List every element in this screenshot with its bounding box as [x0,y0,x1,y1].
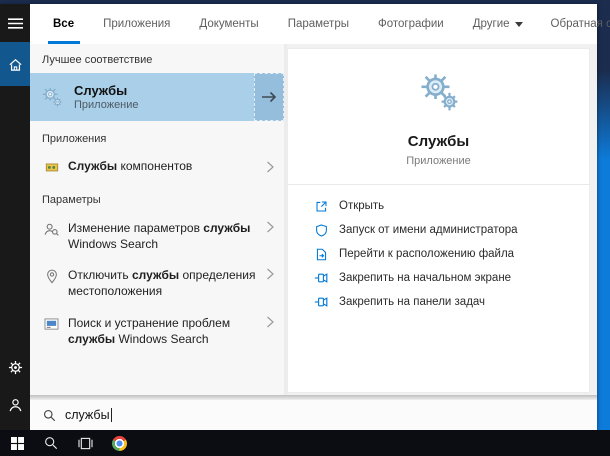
settings-button[interactable] [0,348,30,386]
tab-photos[interactable]: Фотографии [377,4,445,44]
person-icon [9,398,21,411]
tab-settings[interactable]: Параметры [287,4,350,44]
tab-all[interactable]: Все [52,4,75,44]
action-pin-to-start[interactable]: Закрепить на начальном экране [288,266,589,290]
preview-app-title: Службы [407,133,470,150]
action-label: Открыть [339,200,385,212]
tab-documents[interactable]: Документы [198,4,259,44]
search-flyout-window: Все Приложения Документы Параметры Фотог… [0,4,610,430]
account-button[interactable] [0,386,30,424]
hamburger-icon [7,17,23,29]
action-open-file-location[interactable]: Перейти к расположению файла [288,242,589,266]
chrome-taskbar-button[interactable] [102,430,136,456]
tabbar-right: Обратная связь ··· [551,4,610,44]
home-icon [8,58,22,71]
result-label: Изменение параметров службы Windows Sear… [68,220,251,251]
best-match-result[interactable]: Службы Приложение [30,73,284,121]
result-disable-location-services[interactable]: Отключить службы определения местоположе… [30,260,284,308]
result-label: Отключить службы определения местоположе… [68,268,256,299]
results-panel: Лучшее соответствие Службы Приложение Пр… [30,44,284,395]
card-divider [288,184,589,185]
action-run-as-admin[interactable]: Запуск от имени администратора [288,218,589,242]
open-icon [314,199,328,213]
apps-section-header: Приложения [42,133,107,145]
result-label: Поиск и устранение проблем службы Window… [68,316,231,346]
tab-apps[interactable]: Приложения [102,4,171,44]
chevron-right-icon [266,316,276,328]
location-icon [44,269,59,284]
result-change-search-service[interactable]: Изменение параметров службы Windows Sear… [30,213,284,261]
chevron-right-icon [266,268,276,280]
search-icon [43,409,56,422]
services-gears-icon [421,74,457,111]
services-gears-icon [30,86,74,108]
troubleshoot-icon [44,317,59,332]
preview-hero: Службы Приложение [288,71,589,167]
flyout-main: Все Приложения Документы Параметры Фотог… [30,4,610,430]
user-search-icon [44,222,59,237]
preview-app-subtitle: Приложение [406,155,471,167]
search-query-text: службы [65,408,110,422]
action-pin-to-taskbar[interactable]: Закрепить на панели задач [288,290,589,314]
task-view-button[interactable] [68,430,102,456]
preview-card: Службы Приложение Открыть Запуск от имен… [287,48,590,393]
settings-section-header: Параметры [42,193,101,206]
chevron-right-icon [266,161,276,173]
result-label: Службы компонентов [68,159,193,173]
task-view-icon [77,437,93,449]
results-content: Лучшее соответствие Службы Приложение Пр… [30,44,597,395]
search-tabbar: Все Приложения Документы Параметры Фотог… [30,4,610,44]
action-label: Закрепить на начальном экране [339,272,512,284]
file-location-icon [314,247,328,261]
taskbar [0,430,610,456]
home-button[interactable] [0,42,30,86]
pin-icon [314,271,328,285]
taskbar-search-button[interactable] [34,430,68,456]
expand-result-button[interactable] [254,73,284,121]
desktop: Все Приложения Документы Параметры Фотог… [0,0,610,456]
search-icon [45,437,58,450]
text-cursor [110,408,112,422]
feedback-link[interactable]: Обратная связь [551,18,610,30]
chevron-down-icon [514,22,523,27]
settings-results: Изменение параметров службы Windows Sear… [30,213,284,356]
action-label: Запуск от имени администратора [339,224,518,236]
result-component-services[interactable]: Службы компонентов [30,152,284,182]
best-match-text: Службы Приложение [74,83,254,111]
best-match-title: Службы [74,82,128,98]
arrow-right-icon [262,91,277,103]
search-input[interactable]: службы [30,400,597,430]
tab-more[interactable]: Другие [472,4,524,44]
action-open[interactable]: Открыть [288,194,589,218]
component-services-icon [44,159,59,174]
action-label: Перейти к расположению файла [339,248,515,260]
hamburger-menu-button[interactable] [0,4,30,42]
chevron-right-icon [266,221,276,233]
admin-shield-icon [314,223,328,237]
result-troubleshoot-search[interactable]: Поиск и устранение проблем службы Window… [30,308,284,356]
best-match-subtitle: Приложение [74,99,139,112]
action-label: Закрепить на панели задач [339,296,486,308]
windows-logo-icon [10,436,24,450]
preview-area: Службы Приложение Открыть Запуск от имен… [287,44,597,395]
start-button[interactable] [0,430,34,456]
best-match-header: Лучшее соответствие [42,54,153,66]
chrome-icon [111,435,127,451]
flyout-sidebar [0,4,30,430]
pin-icon [314,295,328,309]
gear-icon [8,360,22,374]
